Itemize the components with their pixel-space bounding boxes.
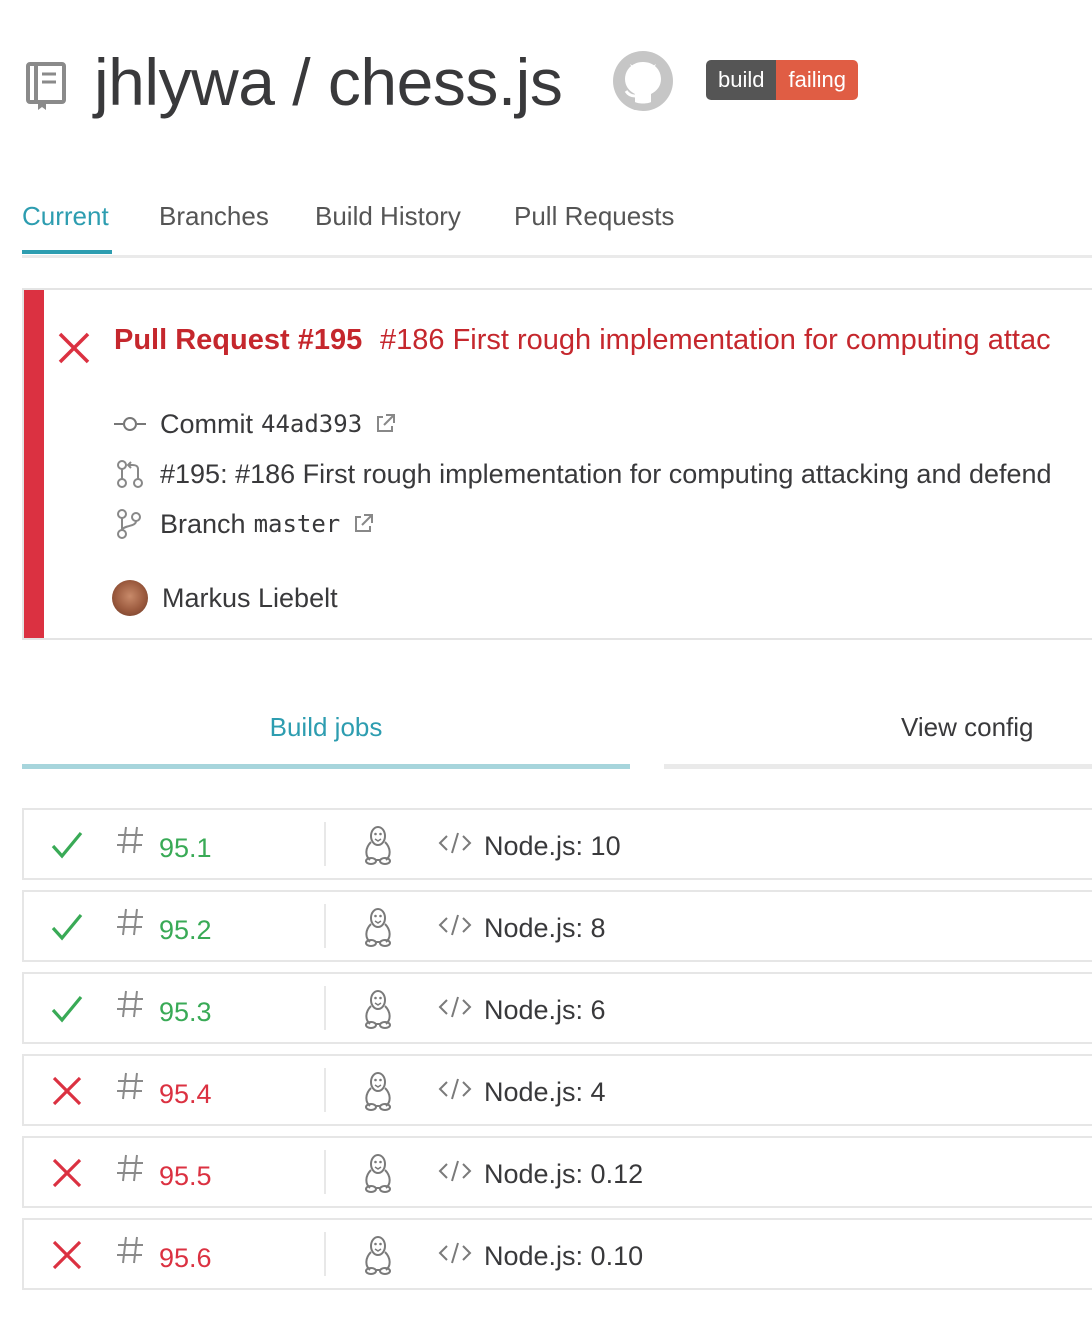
job-row[interactable]: 95.3 Node.js: 6 (22, 972, 1092, 1044)
branch-label: Branch (160, 508, 246, 539)
commit-icon (114, 417, 146, 431)
commit-label: Commit (160, 408, 253, 439)
job-divider (324, 822, 326, 866)
tab-build-jobs[interactable]: Build jobs (22, 712, 630, 743)
build-summary-card: Pull Request #195 #186 First rough imple… (22, 288, 1092, 640)
linux-icon (365, 1236, 391, 1275)
pull-request-text[interactable]: #195: #186 First rough implementation fo… (160, 459, 1052, 490)
job-number[interactable]: 95.4 (159, 1076, 212, 1112)
repo-header: jhlywa / chess.js build failing (22, 38, 1082, 128)
job-row[interactable]: 95.4 Node.js: 4 (22, 1054, 1092, 1126)
job-environment: Node.js: 8 (484, 913, 606, 943)
build-jobs-list: 95.1 Node.js: 10 95.2 Node.js: 8 95.3 No… (22, 808, 1092, 1300)
passed-check-icon (51, 995, 83, 1023)
repo-tabs: Current Branches Build History Pull Requ… (22, 195, 1092, 258)
view-config-tab-line (664, 764, 1092, 769)
commit-sha-link[interactable]: 44ad393 (261, 410, 362, 438)
active-tab-indicator (22, 250, 112, 254)
linux-icon (365, 1154, 391, 1193)
job-row[interactable]: 95.5 Node.js: 0.12 (22, 1136, 1092, 1208)
passed-check-icon (51, 913, 83, 941)
external-link-icon[interactable] (374, 413, 396, 435)
hash-icon (117, 1154, 143, 1182)
external-link-icon[interactable] (352, 513, 374, 535)
tab-current[interactable]: Current (22, 201, 109, 232)
pull-request-row: #195: #186 First rough implementation fo… (112, 456, 1052, 492)
job-divider (324, 1150, 326, 1194)
code-icon (438, 1242, 472, 1264)
build-status-badge[interactable]: build failing (706, 60, 858, 100)
job-divider (324, 1232, 326, 1276)
job-environment: Node.js: 10 (484, 831, 621, 861)
job-divider (324, 904, 326, 948)
job-environment: Node.js: 0.12 (484, 1159, 644, 1189)
job-row[interactable]: 95.1 Node.js: 10 (22, 808, 1092, 880)
job-number[interactable]: 95.1 (159, 830, 212, 866)
hash-icon (117, 1072, 143, 1100)
badge-status: failing (776, 60, 858, 100)
failed-x-icon (52, 1158, 82, 1188)
view-config-label: View config (901, 712, 1034, 742)
failed-icon (58, 332, 90, 364)
hash-icon (117, 1236, 143, 1264)
tab-branches[interactable]: Branches (159, 201, 269, 232)
repo-title[interactable]: jhlywa / chess.js (94, 42, 563, 122)
code-icon (438, 1078, 472, 1100)
passed-check-icon (51, 831, 83, 859)
hash-icon (117, 990, 143, 1018)
linux-icon (365, 826, 391, 865)
linux-icon (365, 990, 391, 1029)
commit-row: Commit 44ad393 (112, 406, 396, 442)
job-environment: Node.js: 4 (484, 1077, 606, 1107)
job-divider (324, 986, 326, 1030)
tab-pull-requests[interactable]: Pull Requests (514, 201, 674, 232)
linux-icon (365, 908, 391, 947)
build-jobs-tab-indicator (22, 764, 630, 769)
code-icon (438, 832, 472, 854)
pull-request-icon (117, 460, 143, 488)
job-row[interactable]: 95.6 Node.js: 0.10 (22, 1218, 1092, 1290)
job-divider (324, 1068, 326, 1112)
branch-name-link[interactable]: master (254, 510, 341, 538)
repo-icon (26, 62, 66, 110)
job-environment: Node.js: 0.10 (484, 1241, 644, 1271)
author-name: Markus Liebelt (162, 583, 338, 613)
badge-label: build (706, 60, 777, 100)
tab-build-history[interactable]: Build History (315, 201, 461, 232)
code-icon (438, 1160, 472, 1182)
failed-x-icon (52, 1240, 82, 1270)
commit-message: #186 First rough implementation for comp… (380, 324, 1051, 356)
job-number[interactable]: 95.3 (159, 994, 212, 1030)
failed-x-icon (52, 1076, 82, 1106)
code-icon (438, 996, 472, 1018)
github-icon[interactable] (612, 50, 674, 112)
author-avatar (112, 580, 148, 616)
hash-icon (117, 908, 143, 936)
job-number[interactable]: 95.2 (159, 912, 212, 948)
job-number[interactable]: 95.6 (159, 1240, 212, 1276)
branch-row: Branch master (112, 506, 374, 542)
pull-request-link[interactable]: Pull Request #195 (114, 324, 362, 357)
branch-icon (117, 509, 141, 539)
hash-icon (117, 826, 143, 854)
job-environment: Node.js: 6 (484, 995, 606, 1025)
failed-status-strip (24, 290, 44, 638)
job-number[interactable]: 95.5 (159, 1158, 212, 1194)
job-row[interactable]: 95.2 Node.js: 8 (22, 890, 1092, 962)
linux-icon (365, 1072, 391, 1111)
code-icon (438, 914, 472, 936)
